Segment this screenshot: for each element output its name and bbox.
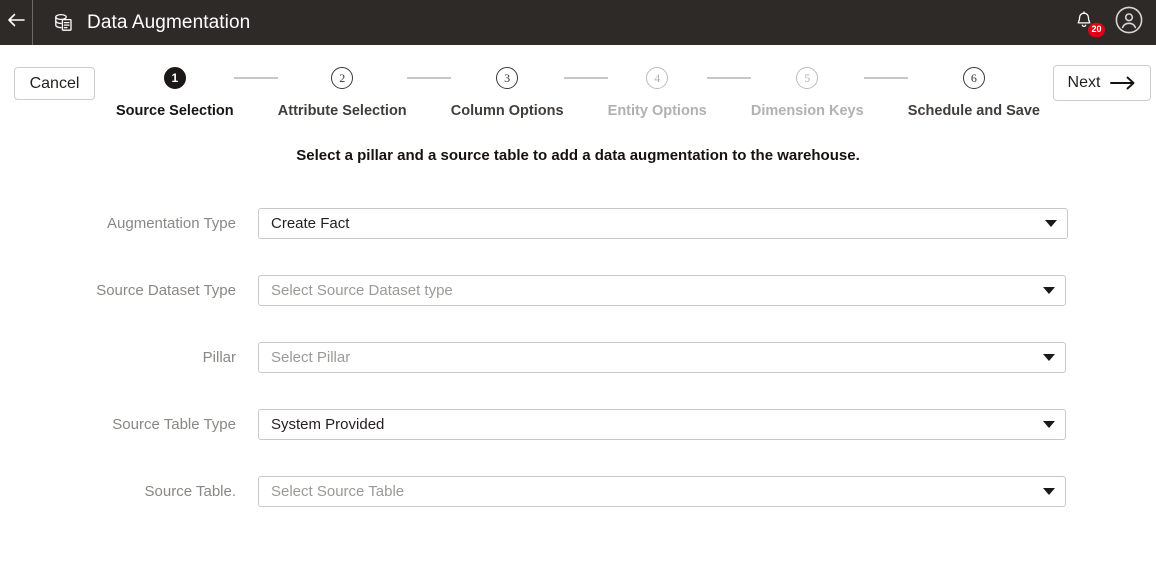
step-2-label: Attribute Selection: [278, 103, 407, 119]
page-title: Data Augmentation: [87, 12, 250, 34]
arrow-right-icon: [1110, 76, 1136, 90]
chevron-down-icon: [1043, 421, 1055, 428]
step-2-number: 2: [331, 67, 353, 89]
select-source-dataset-type[interactable]: Select Source Dataset type: [258, 275, 1066, 306]
user-avatar-icon: [1115, 6, 1143, 39]
step-5-number: 5: [796, 67, 818, 89]
step-connector-4-5: [707, 77, 751, 79]
field-row-pillar: Pillar Select Pillar: [0, 340, 1156, 374]
notifications-button[interactable]: 20: [1072, 11, 1096, 35]
step-3-number: 3: [496, 67, 518, 89]
select-source-table[interactable]: Select Source Table: [258, 476, 1066, 507]
select-augmentation-type-value: Create Fact: [271, 215, 1037, 232]
step-3-label: Column Options: [451, 103, 564, 119]
select-augmentation-type[interactable]: Create Fact: [258, 208, 1068, 239]
cancel-button[interactable]: Cancel: [14, 67, 95, 100]
arrow-left-icon: [7, 13, 25, 32]
header-actions: 20: [1072, 0, 1144, 45]
chevron-down-icon: [1043, 287, 1055, 294]
step-6-label: Schedule and Save: [908, 103, 1040, 119]
app-header-bar: Data Augmentation 20: [0, 0, 1156, 45]
step-1-number: 1: [164, 67, 186, 89]
step-connector-1-2: [234, 77, 278, 79]
step-4-label: Entity Options: [608, 103, 707, 119]
step-connector-2-3: [407, 77, 451, 79]
instruction-text: Select a pillar and a source table to ad…: [0, 147, 1156, 164]
select-source-table-value: Select Source Table: [271, 483, 1035, 500]
wizard-toolbar: Cancel 1 Source Selection 2 Attribute Se…: [0, 45, 1156, 135]
label-augmentation-type: Augmentation Type: [0, 215, 258, 232]
step-1-label: Source Selection: [116, 103, 234, 119]
label-source-dataset-type: Source Dataset Type: [0, 282, 258, 299]
chevron-down-icon: [1043, 488, 1055, 495]
step-1-source-selection[interactable]: 1 Source Selection: [116, 67, 234, 119]
step-connector-3-4: [564, 77, 608, 79]
step-6-number: 6: [963, 67, 985, 89]
select-source-dataset-type-value: Select Source Dataset type: [271, 282, 1035, 299]
chevron-down-icon: [1045, 220, 1057, 227]
header-divider: [32, 0, 33, 45]
step-4-entity-options: 4 Entity Options: [608, 67, 707, 119]
step-5-dimension-keys: 5 Dimension Keys: [751, 67, 864, 119]
next-button-label: Next: [1068, 74, 1101, 92]
select-source-table-type[interactable]: System Provided: [258, 409, 1066, 440]
field-row-source-table-type: Source Table Type System Provided: [0, 407, 1156, 441]
label-source-table-type: Source Table Type: [0, 416, 258, 433]
chevron-down-icon: [1043, 354, 1055, 361]
next-button[interactable]: Next: [1053, 65, 1151, 101]
back-button[interactable]: [0, 0, 32, 45]
wizard-stepper: 1 Source Selection 2 Attribute Selection…: [116, 67, 1040, 119]
source-selection-form: Augmentation Type Create Fact Source Dat…: [0, 206, 1156, 508]
field-row-source-dataset-type: Source Dataset Type Select Source Datase…: [0, 273, 1156, 307]
notification-badge: 20: [1088, 23, 1105, 37]
step-5-label: Dimension Keys: [751, 103, 864, 119]
step-4-number: 4: [646, 67, 668, 89]
label-pillar: Pillar: [0, 349, 258, 366]
select-pillar[interactable]: Select Pillar: [258, 342, 1066, 373]
user-avatar-button[interactable]: [1114, 8, 1144, 38]
step-6-schedule-and-save[interactable]: 6 Schedule and Save: [908, 67, 1040, 119]
field-row-source-table: Source Table. Select Source Table: [0, 474, 1156, 508]
field-row-augmentation-type: Augmentation Type Create Fact: [0, 206, 1156, 240]
step-connector-5-6: [864, 77, 908, 79]
select-pillar-value: Select Pillar: [271, 349, 1035, 366]
database-icon: [53, 13, 73, 33]
step-3-column-options[interactable]: 3 Column Options: [451, 67, 564, 119]
step-2-attribute-selection[interactable]: 2 Attribute Selection: [278, 67, 407, 119]
label-source-table: Source Table.: [0, 483, 258, 500]
select-source-table-type-value: System Provided: [271, 416, 1035, 433]
